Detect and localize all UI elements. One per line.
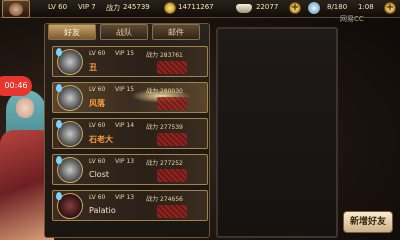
coin-icon — [164, 2, 176, 14]
online-icon — [56, 84, 62, 92]
online-icon — [56, 192, 62, 200]
friend-row[interactable]: LV 60 VIP 13 战力 274656 Palatio — [52, 190, 208, 221]
online-icon — [56, 120, 62, 128]
player-vip: VIP 7 — [78, 3, 96, 11]
friend-level: LV 60 — [89, 158, 106, 165]
clock-time: 1:08 — [358, 3, 374, 11]
tab-friends[interactable]: 好友 — [48, 24, 96, 40]
friend-name: 石老大 — [89, 135, 113, 144]
player-power-label: 战力 — [106, 4, 120, 12]
friend-row[interactable]: LV 60 VIP 15 战力 280030 风落 — [52, 82, 208, 113]
friend-name: 风落 — [89, 99, 105, 108]
friend-vip: VIP 15 — [115, 50, 135, 57]
record-timer: 00:46 — [0, 76, 32, 96]
friend-vip: VIP 13 — [115, 158, 135, 165]
friend-name: Palatio — [89, 206, 116, 215]
tab-team[interactable]: 战队 — [100, 24, 148, 40]
friend-power: 战力 277252 — [146, 160, 183, 167]
friend-power: 战力 283761 — [146, 52, 183, 59]
friend-row[interactable]: LV 60 VIP 13 战力 277252 Clost — [52, 154, 208, 185]
friend-detail-panel — [216, 27, 338, 238]
add-ingot-button[interactable]: + — [289, 2, 301, 14]
friend-level: LV 60 — [89, 122, 106, 129]
friend-level: LV 60 — [89, 50, 106, 57]
friend-power: 战力 274656 — [146, 196, 183, 203]
gift-stamp-icon[interactable] — [157, 97, 187, 110]
add-stamina-button[interactable]: + — [384, 2, 396, 14]
stamina-count: 8/180 — [327, 3, 348, 11]
ingot-icon — [236, 4, 252, 13]
friend-name: Clost — [89, 170, 110, 179]
friend-power: 战力 280030 — [146, 88, 183, 95]
friend-row[interactable]: LV 60 VIP 14 战力 277539 石老大 — [52, 118, 208, 149]
friend-power: 战力 277539 — [146, 124, 183, 131]
player-avatar[interactable] — [2, 0, 30, 18]
friend-level: LV 60 — [89, 86, 106, 93]
gift-stamp-icon[interactable] — [157, 133, 187, 146]
online-icon — [56, 156, 62, 164]
gift-stamp-icon[interactable] — [157, 61, 187, 74]
friend-row[interactable]: LV 60 VIP 15 战力 283761 丑 — [52, 46, 208, 77]
friend-vip: VIP 13 — [115, 194, 135, 201]
online-icon — [56, 48, 62, 56]
player-power-value: 245739 — [123, 3, 150, 11]
coin-count: 14711267 — [178, 3, 214, 11]
tab-mail[interactable]: 邮件 — [152, 24, 200, 40]
gift-stamp-icon[interactable] — [157, 169, 187, 182]
watermark: 网易CC — [340, 15, 364, 23]
friend-vip: VIP 15 — [115, 86, 135, 93]
friend-vip: VIP 14 — [115, 122, 135, 129]
ingot-count: 22077 — [256, 3, 279, 11]
add-friend-button[interactable]: 新增好友 — [343, 211, 393, 233]
player-level: LV 60 — [48, 3, 68, 11]
gift-stamp-icon[interactable] — [157, 205, 187, 218]
friend-name: 丑 — [89, 63, 97, 72]
friend-level: LV 60 — [89, 194, 106, 201]
stamina-icon — [308, 2, 320, 14]
